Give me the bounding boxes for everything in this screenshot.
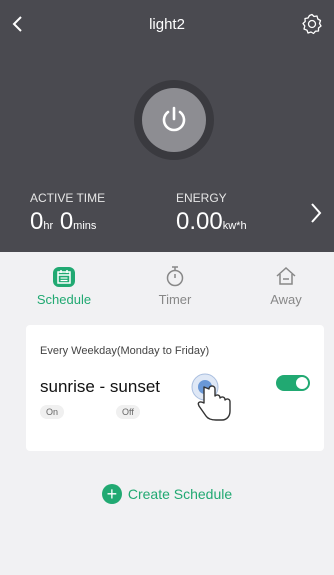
stopwatch-icon	[166, 266, 184, 287]
schedule-card[interactable]: Every Weekday(Monday to Friday) sunrise …	[26, 325, 324, 451]
active-time-label: ACTIVE TIME	[30, 191, 106, 205]
calendar-icon	[53, 267, 75, 287]
tab-timer-label: Timer	[158, 292, 192, 307]
gear-icon[interactable]	[300, 12, 324, 36]
schedule-name: sunrise - sunset	[40, 377, 160, 396]
power-ring	[134, 80, 214, 160]
hours-unit: hr	[43, 220, 54, 232]
tap-hand-icon	[191, 373, 231, 421]
energy-label: ENERGY	[176, 191, 227, 205]
tab-bar: Schedule Timer Away	[0, 252, 334, 316]
chevron-right-icon[interactable]	[306, 200, 326, 226]
house-icon	[276, 266, 296, 285]
power-button[interactable]	[142, 88, 206, 152]
tab-schedule[interactable]: Schedule	[14, 252, 114, 312]
create-schedule-content: + Create Schedule	[101, 484, 233, 504]
energy-number: 0.00	[176, 208, 223, 235]
schedule-toggle[interactable]	[276, 375, 310, 391]
device-header: light2 ACTIVE TIME 0hr 0mins ENERGY 0.00…	[0, 0, 334, 252]
create-schedule-label: Create Schedule	[127, 486, 233, 502]
create-schedule-button[interactable]: + Create Schedule	[0, 484, 334, 505]
schedule-recurrence: Every Weekday(Monday to Friday)	[40, 345, 210, 357]
toggle-knob	[296, 377, 308, 389]
on-pill: On	[40, 405, 65, 419]
hours-value: 0	[30, 208, 44, 235]
device-title: light2	[149, 16, 185, 33]
minutes-value: 0	[59, 208, 74, 235]
tab-away[interactable]: Away	[236, 252, 334, 312]
tab-away-label: Away	[270, 292, 302, 307]
energy-value: 0.00kw*h	[176, 208, 247, 236]
minutes-unit: mins	[73, 220, 97, 232]
off-pill: Off	[116, 405, 140, 419]
tab-timer[interactable]: Timer	[125, 252, 225, 312]
active-time-value: 0hr 0mins	[30, 208, 96, 236]
plus-icon: +	[101, 484, 122, 504]
energy-unit: kw*h	[222, 220, 247, 232]
tab-schedule-label: Schedule	[36, 292, 92, 307]
power-icon	[162, 106, 186, 132]
